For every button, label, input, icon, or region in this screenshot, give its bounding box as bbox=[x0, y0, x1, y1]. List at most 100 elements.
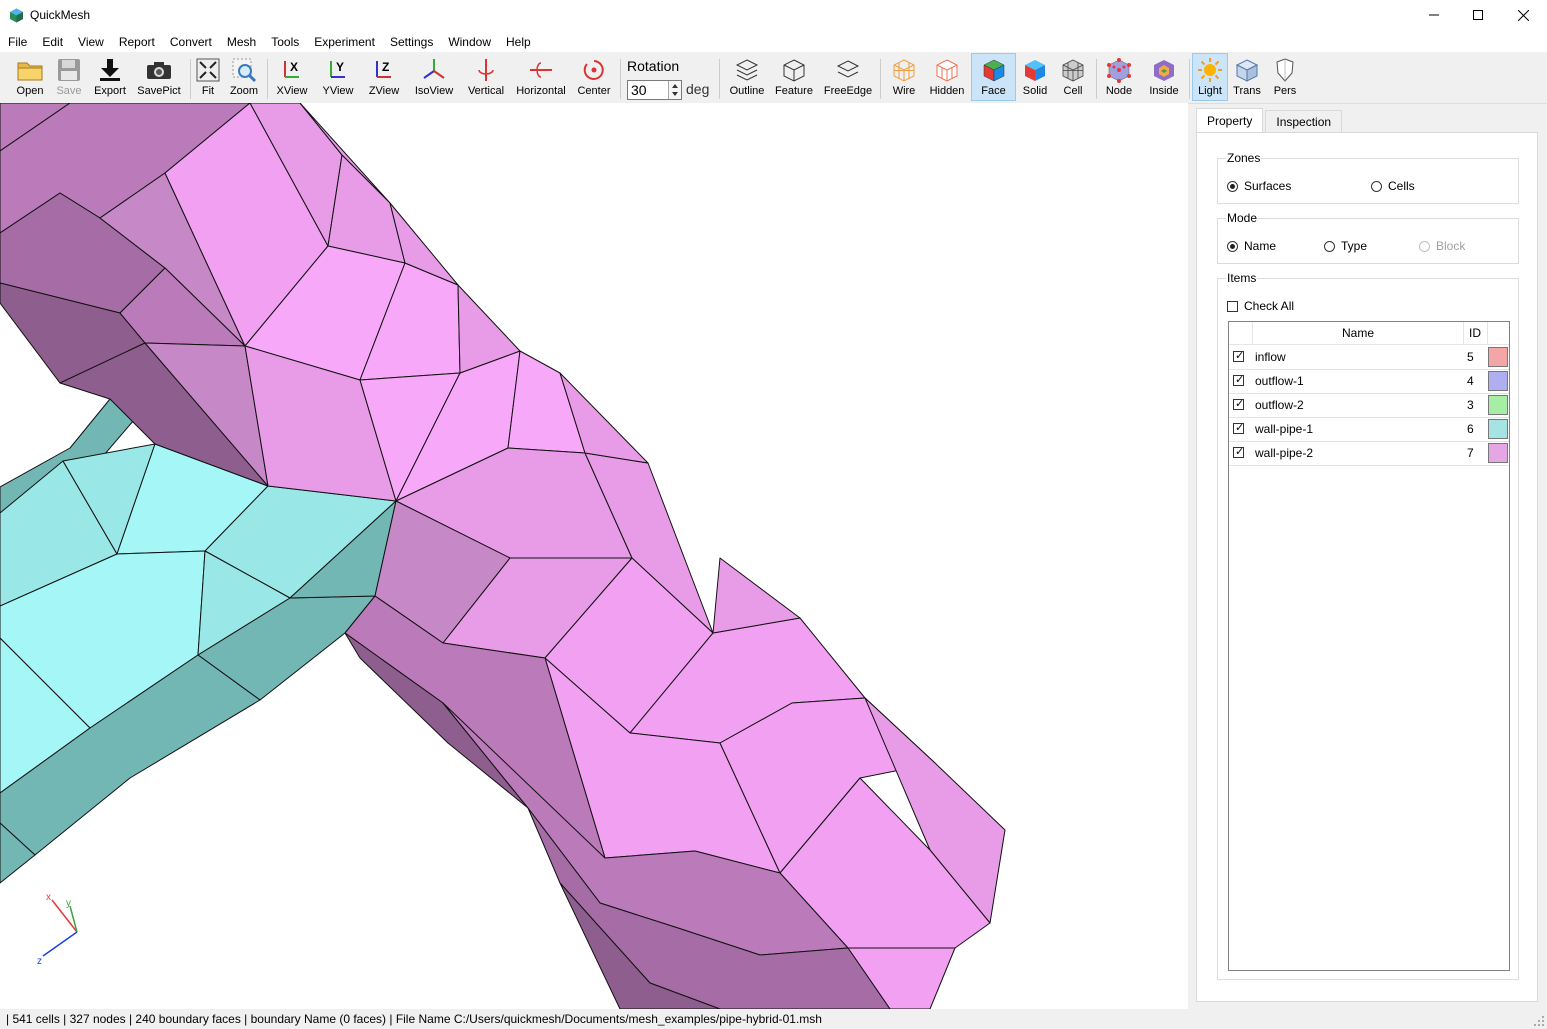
horizontal-rotate-button[interactable]: Horizontal bbox=[515, 54, 567, 102]
menu-window[interactable]: Window bbox=[440, 32, 498, 52]
mode-name-radio-circle bbox=[1227, 240, 1238, 252]
row-color-swatch[interactable] bbox=[1488, 395, 1508, 415]
row-id: 5 bbox=[1467, 350, 1474, 364]
fit-button[interactable]: Fit bbox=[195, 54, 221, 102]
items-table-header: Name ID bbox=[1229, 322, 1509, 345]
row-checkbox[interactable] bbox=[1233, 421, 1244, 434]
row-checkbox[interactable] bbox=[1233, 397, 1244, 410]
table-row[interactable]: wall-pipe-1 6 bbox=[1229, 417, 1509, 442]
solid-button[interactable]: Solid bbox=[1020, 54, 1050, 102]
node-label: Node bbox=[1105, 85, 1133, 97]
vertical-rotate-button[interactable]: Vertical bbox=[466, 54, 506, 102]
pers-button[interactable]: Pers bbox=[1269, 54, 1301, 102]
open-button[interactable]: Open bbox=[12, 54, 48, 102]
close-button[interactable] bbox=[1500, 0, 1546, 30]
feature-button[interactable]: Feature bbox=[773, 54, 815, 102]
menu-help[interactable]: Help bbox=[498, 32, 538, 52]
perspective-shield-icon bbox=[1276, 58, 1294, 82]
mode-type-label: Type bbox=[1341, 239, 1368, 253]
row-checkbox[interactable] bbox=[1233, 349, 1244, 362]
tab-inspection[interactable]: Inspection bbox=[1265, 110, 1343, 133]
row-color-swatch[interactable] bbox=[1488, 443, 1508, 463]
horizontal-rotate-icon bbox=[530, 62, 552, 78]
z-axis-label: z bbox=[37, 956, 42, 967]
rotation-input[interactable]: 30 bbox=[627, 80, 682, 100]
savepict-button[interactable]: SavePict bbox=[135, 54, 183, 102]
resize-grip-icon[interactable] bbox=[1534, 1016, 1544, 1026]
solid-label: Solid bbox=[1022, 85, 1048, 97]
freeedge-button[interactable]: FreeEdge bbox=[823, 54, 873, 102]
row-checkbox[interactable] bbox=[1233, 373, 1244, 386]
export-button[interactable]: Export bbox=[90, 54, 130, 102]
row-checkbox[interactable] bbox=[1233, 445, 1244, 458]
save-button[interactable]: Save bbox=[52, 54, 86, 102]
face-button[interactable]: Face bbox=[971, 53, 1016, 101]
menu-tools[interactable]: Tools bbox=[263, 32, 306, 52]
mode-type-radio[interactable]: Type bbox=[1324, 239, 1367, 253]
light-label: Light bbox=[1198, 85, 1222, 97]
row-id: 7 bbox=[1467, 446, 1474, 460]
outline-button[interactable]: Outline bbox=[728, 54, 766, 102]
isoview-label: IsoView bbox=[414, 85, 454, 97]
zoom-button[interactable]: Zoom bbox=[228, 54, 260, 102]
menu-settings[interactable]: Settings bbox=[382, 32, 440, 52]
column-header-id[interactable]: ID bbox=[1463, 322, 1488, 344]
toolbar-separator bbox=[267, 59, 268, 99]
light-button[interactable]: Light bbox=[1192, 53, 1228, 101]
table-row[interactable]: outflow-1 4 bbox=[1229, 369, 1509, 394]
xview-button[interactable]: X XView bbox=[274, 54, 310, 102]
maximize-icon bbox=[1473, 10, 1483, 20]
menu-edit[interactable]: Edit bbox=[34, 32, 70, 52]
table-row[interactable]: inflow 5 bbox=[1229, 345, 1509, 370]
export-label: Export bbox=[94, 85, 126, 97]
center-rotate-button[interactable]: Center bbox=[576, 54, 612, 102]
hidden-button[interactable]: Hidden bbox=[928, 54, 966, 102]
cell-button[interactable]: Cell bbox=[1058, 54, 1088, 102]
trans-button[interactable]: Trans bbox=[1231, 54, 1263, 102]
toolbar-separator bbox=[1189, 59, 1190, 99]
row-id: 3 bbox=[1467, 398, 1474, 412]
rotation-label: Rotation bbox=[627, 58, 680, 74]
node-button[interactable]: Node bbox=[1103, 54, 1135, 102]
zview-button[interactable]: Z ZView bbox=[366, 54, 402, 102]
menu-experiment[interactable]: Experiment bbox=[306, 32, 382, 52]
table-row[interactable]: outflow-2 3 bbox=[1229, 393, 1509, 418]
wire-label: Wire bbox=[892, 85, 916, 97]
column-header-name[interactable]: Name bbox=[1252, 322, 1464, 344]
cells-radio[interactable]: Cells bbox=[1371, 179, 1415, 193]
menu-report[interactable]: Report bbox=[111, 32, 162, 52]
menu-convert[interactable]: Convert bbox=[162, 32, 219, 52]
mesh-viewport[interactable]: x y z bbox=[0, 103, 1188, 1009]
hidden-label: Hidden bbox=[929, 85, 965, 97]
free-edge-icon bbox=[836, 60, 860, 78]
surfaces-radio[interactable]: Surfaces bbox=[1227, 179, 1291, 193]
table-row[interactable]: wall-pipe-2 7 bbox=[1229, 441, 1509, 466]
tab-property[interactable]: Property bbox=[1196, 108, 1264, 133]
items-group: Items Check All Name ID inflow 5 o bbox=[1217, 271, 1519, 980]
check-all-box bbox=[1227, 300, 1238, 312]
rotation-unit: deg bbox=[686, 81, 710, 97]
minimize-button[interactable] bbox=[1411, 0, 1457, 30]
rotation-spinner[interactable] bbox=[668, 81, 681, 99]
row-color-swatch[interactable] bbox=[1488, 371, 1508, 391]
x-axis-label: x bbox=[46, 892, 51, 903]
row-color-swatch[interactable] bbox=[1488, 347, 1508, 367]
inside-button[interactable]: Inside bbox=[1145, 54, 1183, 102]
isoview-button[interactable]: IsoView bbox=[413, 54, 455, 102]
hidden-line-cube-icon bbox=[936, 59, 958, 82]
z-axis-line bbox=[42, 931, 78, 957]
status-bar: | 541 cells | 327 nodes | 240 boundary f… bbox=[0, 1009, 1547, 1029]
minimize-icon bbox=[1429, 14, 1439, 16]
freeedge-label: FreeEdge bbox=[823, 85, 873, 97]
menu-bar: File Edit View Report Convert Mesh Tools… bbox=[0, 32, 1547, 52]
mode-name-radio[interactable]: Name bbox=[1227, 239, 1276, 253]
maximize-button[interactable] bbox=[1455, 0, 1501, 30]
menu-file[interactable]: File bbox=[0, 32, 34, 52]
yview-button[interactable]: Y YView bbox=[320, 54, 356, 102]
row-color-swatch[interactable] bbox=[1488, 419, 1508, 439]
check-all-checkbox[interactable]: Check All bbox=[1227, 299, 1294, 313]
wire-button[interactable]: Wire bbox=[888, 54, 920, 102]
menu-view[interactable]: View bbox=[70, 32, 111, 52]
menu-mesh[interactable]: Mesh bbox=[219, 32, 263, 52]
status-text: | 541 cells | 327 nodes | 240 boundary f… bbox=[6, 1012, 822, 1026]
